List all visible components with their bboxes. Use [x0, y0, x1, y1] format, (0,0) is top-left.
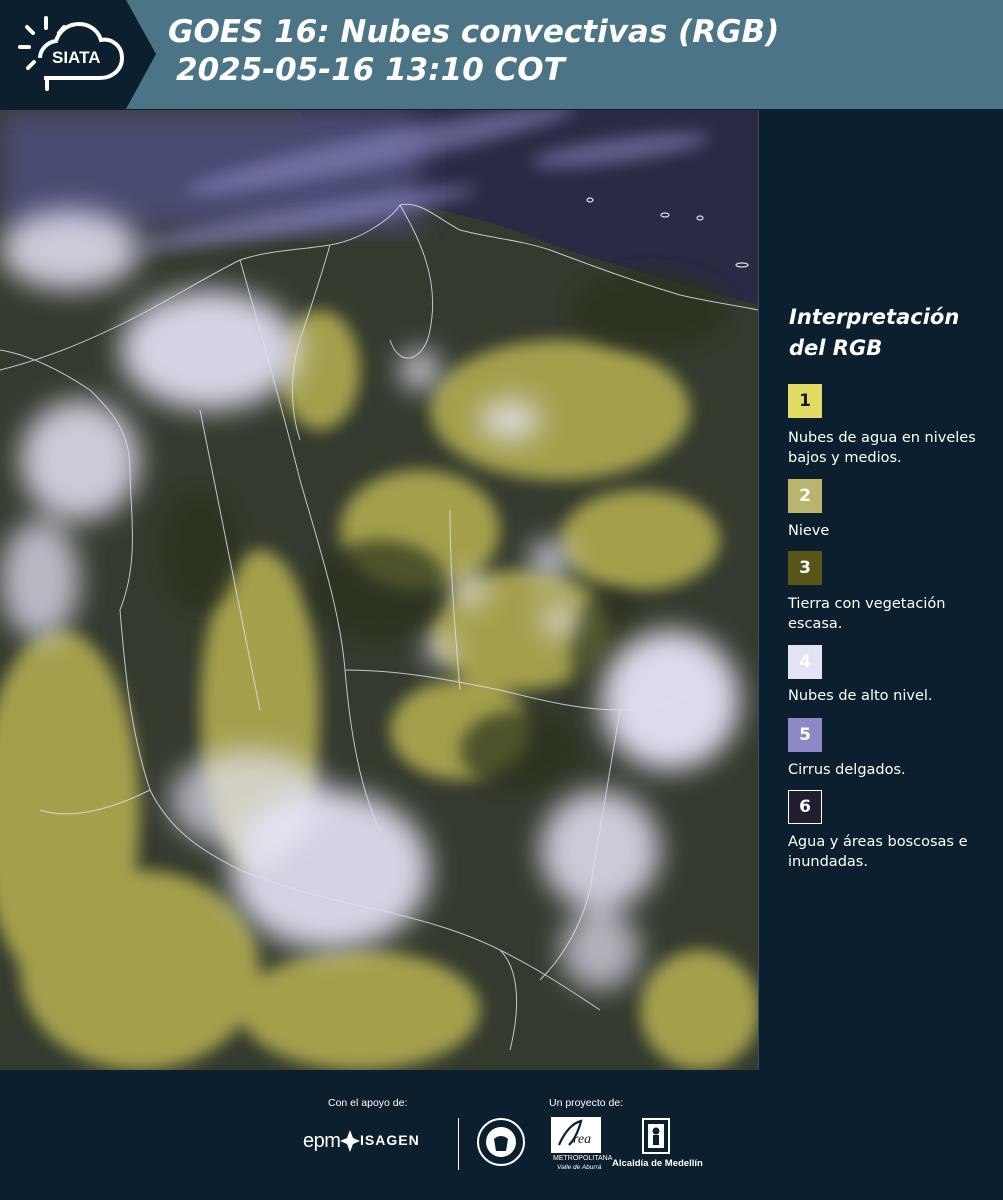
project-caption: Un proyecto de: — [549, 1097, 624, 1109]
legend-swatch-6: 6 — [788, 790, 822, 824]
legend-title: Interpretación del RGB — [789, 305, 960, 360]
legend-label-5: Cirrus delgados. — [788, 762, 906, 778]
alcaldia-shield-icon[interactable] — [641, 1117, 671, 1155]
legend-label-1: Nubes de agua en niveles bajos y medios. — [788, 430, 976, 466]
siata-logo[interactable]: SIATA — [0, 0, 158, 109]
svg-text:rea: rea — [573, 1132, 591, 1147]
satellite-map-svg — [0, 110, 758, 1070]
legend-swatch-2: 2 — [788, 479, 822, 513]
legend-label-6: Agua y áreas boscosas e inundadas. — [788, 834, 968, 870]
legend-label-4: Nubes de alto nivel. — [788, 688, 933, 704]
title-line-2: 2025-05-16 13:10 COT — [176, 52, 565, 88]
siata-logo-text: SIATA — [52, 48, 100, 67]
legend-swatch-3: 3 — [788, 551, 822, 585]
legend-swatch-1: 1 — [788, 384, 822, 418]
legend-label-2: Nieve — [788, 523, 830, 539]
epm-logo[interactable]: epm — [303, 1130, 341, 1153]
legend-label-3: Tierra con vegetación escasa. — [788, 596, 946, 632]
medellin-seal-icon[interactable] — [476, 1117, 526, 1167]
legend-panel: Interpretación del RGB 1 Nubes de agua e… — [759, 110, 1003, 1070]
header-bar: SIATA GOES 16: Nubes convectivas (RGB) 2… — [0, 0, 1003, 109]
satellite-image[interactable] — [0, 110, 759, 1070]
isagen-logo[interactable]: ISAGEN — [360, 1132, 420, 1148]
support-caption: Con el apoyo de: — [328, 1097, 408, 1109]
alcaldia-label: Alcaldía de Medellín — [612, 1158, 703, 1169]
footer: Con el apoyo de: Un proyecto de: epm ISA… — [0, 1070, 1003, 1200]
isagen-star-icon — [340, 1130, 360, 1152]
metropolitana-label: METROPOLITANA — [553, 1155, 613, 1162]
valle-label: Valle de Aburrá — [557, 1164, 602, 1171]
title-line-1: GOES 16: Nubes convectivas (RGB) — [168, 14, 780, 50]
legend-swatch-5: 5 — [788, 718, 822, 752]
area-metropolitana-logo-icon[interactable]: rea — [551, 1117, 601, 1153]
footer-divider — [458, 1118, 459, 1170]
siata-logo-icon: SIATA — [0, 0, 156, 109]
legend-swatch-4: 4 — [788, 645, 822, 679]
